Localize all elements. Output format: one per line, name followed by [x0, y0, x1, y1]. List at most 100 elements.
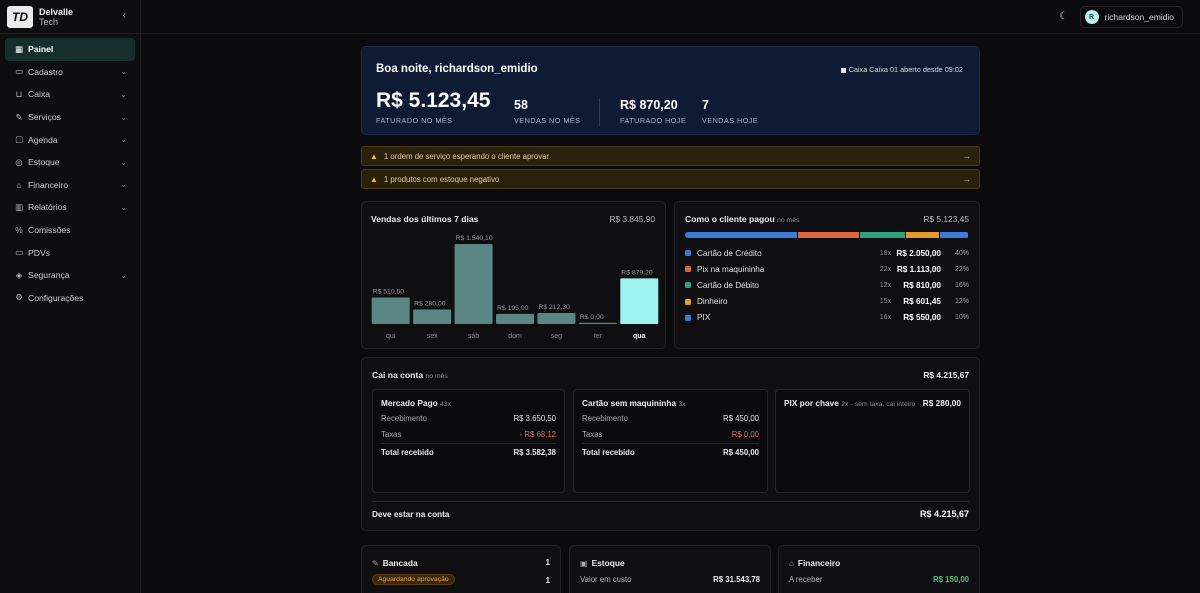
cart-icon: ⊔	[15, 88, 23, 99]
sidebar-nav: ▦ Painel ▭ Cadastro ⌄ ⊔ Caixa ⌄ ✎ Serviços ⌄ ▢ Agend…	[0, 34, 140, 313]
sidebar-item-label: Comissões	[28, 225, 71, 236]
sidebar-item-label: PDVs	[28, 247, 50, 258]
sidebar-item-relatorios[interactable]: ▥ Relatórios ⌄	[5, 196, 135, 219]
sidebar-item-seguranca[interactable]: ◈ Segurança ⌄	[5, 264, 135, 287]
sidebar-item-painel[interactable]: ▦ Painel	[5, 38, 135, 61]
bar-sex[interactable]	[413, 309, 452, 324]
cai-na-conta-title: Cai na conta no mês	[372, 370, 448, 380]
bank-icon: ⌂	[789, 559, 794, 568]
kpi-faturado-mes: R$ 5.123,45 FATURADO NO MÊS	[376, 89, 491, 125]
payment-method-row: Pix na maquininha 22x R$ 1.113,00 22%	[685, 262, 969, 276]
cai-na-conta-card: Cai na conta no mês R$ 4.215,67 Mercado …	[361, 357, 980, 531]
estoque-card[interactable]: ▣ Estoque Valor em custo R$ 31.543,78	[569, 545, 771, 593]
warning-icon: ▲	[370, 151, 378, 161]
share-segment	[685, 232, 797, 238]
bar-qui[interactable]	[371, 297, 410, 324]
chevron-left-icon[interactable]: ‹	[123, 10, 126, 21]
sidebar-item-label: Painel	[28, 44, 54, 55]
sidebar-item-label: Estoque	[28, 157, 60, 168]
bar-qua[interactable]	[620, 278, 659, 324]
sidebar-item-cadastro[interactable]: ▭ Cadastro ⌄	[5, 61, 135, 84]
user-name: richardson_emidio	[1104, 12, 1174, 22]
bar-value-label: R$ 195,00	[497, 305, 529, 312]
sales-chart-total: R$ 3.845,90	[609, 214, 655, 224]
alert-estoque-negativo[interactable]: ▲ 1 produtos com estoque negativo →	[361, 169, 980, 189]
sidebar-item-financeiro[interactable]: ⌂ Financeiro ⌄	[5, 174, 135, 197]
hero-summary: Boa noite, richardson_emidio Caixa Caixa…	[361, 46, 980, 135]
caixa-status: Caixa Caixa 01 aberto desde 09:02	[840, 65, 963, 74]
chevron-down-icon: ⌄	[120, 270, 127, 280]
brand-name: Delvalle	[39, 6, 74, 17]
sidebar-item-agenda[interactable]: ▢ Agenda ⌄	[5, 128, 135, 151]
chevron-down-icon: ⌄	[120, 89, 127, 99]
payment-share-bar	[685, 232, 969, 238]
sidebar-item-caixa[interactable]: ⊔ Caixa ⌄	[5, 83, 135, 106]
moon-icon[interactable]: ☾	[1059, 11, 1068, 22]
payment-methods-total: R$ 5.123,45	[923, 214, 969, 224]
x-tick-label: sáb	[468, 333, 479, 340]
gear-icon: ⚙	[15, 292, 23, 303]
box-icon: ▣	[580, 559, 588, 568]
deve-estar-label: Deve estar na conta	[372, 510, 450, 519]
sidebar-item-label: Configurações	[28, 292, 84, 303]
bar-value-label: R$ 0,00	[580, 314, 604, 321]
wrench-icon: ✎	[372, 559, 379, 568]
legend-swatch-icon	[685, 266, 691, 273]
logo-icon[interactable]: TD	[7, 5, 33, 28]
warning-icon: ▲	[370, 174, 378, 184]
sidebar-item-servicos[interactable]: ✎ Serviços ⌄	[5, 106, 135, 129]
x-tick-label: seg	[551, 333, 562, 340]
sidebar-item-pdvs[interactable]: ▭ PDVs	[5, 241, 135, 264]
bar-value-label: R$ 510,50	[373, 288, 405, 295]
user-menu[interactable]: R richardson_emidio	[1079, 6, 1183, 28]
cartao-sem-maquininha-panel: Cartão sem maquininha 3x Recebimento R$ 4…	[573, 389, 768, 493]
sales-chart-card: Vendas dos últimos 7 dias R$ 3.845,90 R$…	[361, 201, 666, 349]
financeiro-card[interactable]: ⌂ Financeiro A receber R$ 150,00	[778, 545, 980, 593]
arrow-right-icon: →	[962, 174, 971, 184]
payment-method-row: Dinheiro 15x R$ 601,45 12%	[685, 295, 969, 309]
chevron-down-icon: ⌄	[120, 112, 127, 122]
status-badge: Aguardando aprovação	[372, 574, 455, 585]
alert-ordem-servico[interactable]: ▲ 1 ordem de serviço esperando o cliente…	[361, 146, 980, 166]
payment-method-row: Cartão de Débito 12x R$ 810,00 16%	[685, 278, 969, 292]
kpi-faturado-hoje: R$ 870,20 FATURADO HOJE	[620, 98, 687, 125]
bancada-card[interactable]: ✎ Bancada 1 Aguardando aprovação 1	[361, 545, 561, 593]
payment-method-row: Cartão de Crédito 18x R$ 2.050,00 40%	[685, 246, 969, 260]
sidebar-item-comissoes[interactable]: % Comissões	[5, 219, 135, 242]
brand: TD Delvalle Tech ‹	[0, 0, 140, 34]
mercado-pago-panel: Mercado Pago 43x Recebimento R$ 3.650,50 …	[372, 389, 565, 493]
sidebar: TD Delvalle Tech ‹ ▦ Painel ▭ Cadastro ⌄ ⊔ Cai…	[0, 0, 141, 593]
cai-na-conta-total: R$ 4.215,67	[923, 370, 969, 380]
chevron-down-icon: ⌄	[120, 202, 127, 212]
topbar: ☾ R richardson_emidio	[141, 0, 1200, 34]
grid-icon: ▦	[14, 43, 24, 54]
share-segment	[797, 232, 859, 238]
bar-value-label: R$ 280,00	[414, 300, 446, 307]
app: TD Delvalle Tech ‹ ▦ Painel ▭ Cadastro ⌄ ⊔ Cai…	[0, 0, 1200, 593]
legend-swatch-icon	[685, 282, 691, 289]
share-segment	[905, 232, 940, 238]
bar-seg[interactable]	[537, 312, 576, 324]
chevron-down-icon: ⌄	[120, 157, 127, 167]
payment-methods-title: Como o cliente pagou no mês	[685, 214, 800, 224]
avatar: R	[1084, 10, 1099, 24]
chevron-down-icon: ⌄	[120, 135, 127, 145]
bar-ter[interactable]	[578, 322, 617, 324]
divider	[599, 99, 600, 126]
x-tick-label: qui	[386, 333, 396, 340]
sidebar-item-label: Relatórios	[28, 202, 67, 213]
bar-dom[interactable]	[496, 313, 534, 324]
sidebar-item-configuracoes[interactable]: ⚙ Configurações	[5, 287, 135, 310]
sidebar-item-estoque[interactable]: ◎ Estoque ⌄	[5, 151, 135, 174]
bar-sáb[interactable]	[454, 244, 493, 324]
sidebar-item-label: Caixa	[28, 89, 50, 100]
payment-methods-card: Como o cliente pagou no mês R$ 5.123,45 …	[674, 201, 980, 349]
percent-icon: %	[15, 225, 23, 236]
sidebar-item-label: Cadastro	[28, 66, 63, 77]
deve-estar-value: R$ 4.215,67	[919, 509, 969, 519]
sales-chart-title: Vendas dos últimos 7 dias	[371, 214, 479, 224]
legend-swatch-icon	[685, 314, 691, 321]
chevron-down-icon: ⌄	[120, 67, 127, 77]
pix-chave-panel: PIX por chave 2x · sem taxa, cai inteiro…	[775, 389, 970, 493]
kpi-vendas-hoje: 7 VENDAS HOJE	[702, 98, 759, 125]
